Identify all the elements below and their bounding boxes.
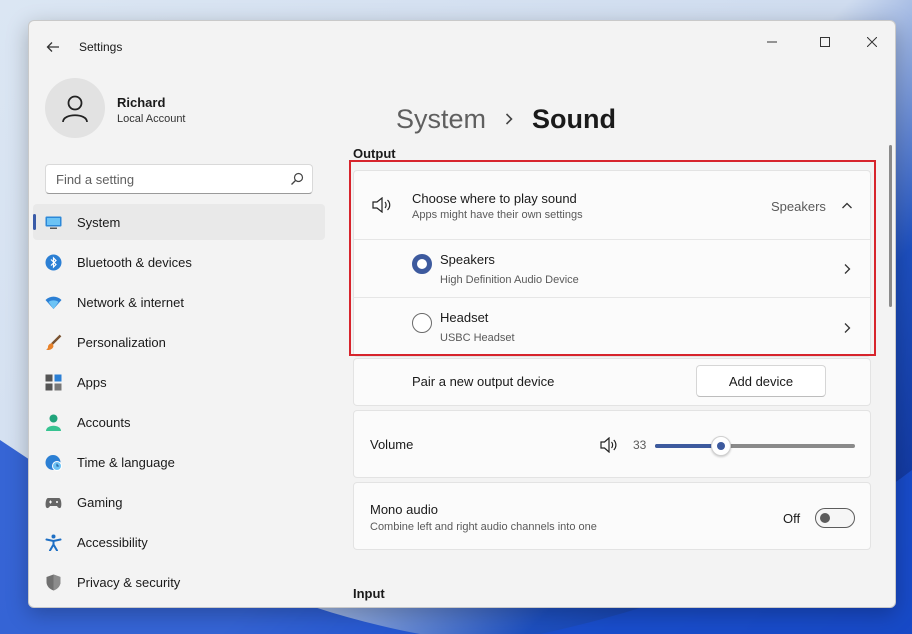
back-arrow-icon [46, 42, 59, 52]
sidebar-item-label: Gaming [77, 495, 123, 510]
sidebar-item-apps[interactable]: Apps [33, 364, 325, 400]
chevron-right-icon[interactable] [841, 263, 853, 275]
input-heading: Input [353, 586, 385, 601]
choose-output-subtitle: Apps might have their own settings [412, 209, 583, 221]
pair-output-device-row: Pair a new output device Add device [353, 358, 871, 406]
apps-icon [45, 374, 62, 391]
page-title: Sound [532, 103, 617, 134]
device-name: Speakers [440, 252, 495, 267]
settings-window: Settings Richard Local Account System [28, 20, 896, 608]
volume-card: Volume 33 [353, 410, 871, 478]
app-title: Settings [79, 40, 123, 54]
device-name: Headset [440, 310, 489, 325]
back-button[interactable] [41, 35, 65, 59]
account-type: Local Account [117, 113, 186, 125]
sidebar-item-label: Bluetooth & devices [77, 255, 192, 270]
minimize-icon [767, 41, 777, 43]
mono-audio-title: Mono audio [370, 502, 438, 517]
person-icon [46, 414, 61, 431]
device-row-speakers[interactable]: Speakers High Definition Audio Device [354, 240, 870, 297]
shield-icon [46, 574, 61, 591]
gamepad-icon [45, 498, 62, 509]
sidebar-item-network[interactable]: Network & internet [33, 284, 325, 320]
brush-icon [46, 334, 62, 351]
chevron-right-icon [505, 113, 513, 125]
speaker-icon [372, 197, 391, 213]
sidebar-item-system[interactable]: System [33, 204, 325, 240]
headset-radio[interactable] [412, 313, 432, 333]
device-description: High Definition Audio Device [440, 274, 579, 286]
volume-slider[interactable] [655, 436, 855, 456]
sidebar-item-accounts[interactable]: Accounts [33, 404, 325, 440]
globe-clock-icon [45, 455, 62, 471]
volume-label: Volume [370, 437, 414, 452]
output-device-card: Choose where to play sound Apps might ha… [353, 170, 871, 357]
search-icon[interactable] [290, 172, 304, 186]
sidebar-item-personalization[interactable]: Personalization [33, 324, 325, 360]
chevron-up-icon[interactable] [841, 200, 853, 212]
bluetooth-icon [45, 254, 62, 271]
sidebar-item-label: Time & language [77, 455, 175, 470]
user-icon [62, 95, 88, 123]
sidebar-item-label: Apps [77, 375, 107, 390]
choose-output-title: Choose where to play sound [412, 191, 577, 206]
volume-value: 33 [633, 438, 647, 452]
mono-audio-toggle[interactable] [815, 508, 855, 528]
speaker-icon[interactable] [600, 437, 618, 453]
maximize-button[interactable] [802, 27, 848, 57]
sidebar-item-label: Network & internet [77, 295, 184, 310]
wifi-icon [45, 296, 62, 309]
volume-slider-thumb[interactable] [711, 436, 731, 456]
minimize-button[interactable] [749, 27, 795, 57]
system-icon [45, 216, 62, 229]
add-device-button[interactable]: Add device [696, 365, 826, 397]
chevron-right-icon[interactable] [841, 322, 853, 334]
device-description: USBC Headset [440, 332, 515, 344]
sidebar-item-time-language[interactable]: Time & language [33, 444, 325, 480]
maximize-icon [820, 37, 830, 47]
sidebar-item-privacy-security[interactable]: Privacy & security [33, 564, 325, 600]
mono-audio-state: Off [783, 511, 801, 526]
sidebar-item-gaming[interactable]: Gaming [33, 484, 325, 520]
search-box[interactable] [45, 164, 313, 194]
device-row-headset[interactable]: Headset USBC Headset [354, 298, 870, 356]
search-input[interactable] [46, 165, 282, 193]
sidebar-item-accessibility[interactable]: Accessibility [33, 524, 325, 560]
mono-audio-card: Mono audio Combine left and right audio … [353, 482, 871, 550]
sidebar-nav: System Bluetooth & devices Network & int… [33, 204, 325, 604]
breadcrumb-parent[interactable]: System [396, 104, 486, 135]
speakers-radio[interactable] [412, 254, 432, 274]
selected-output-value: Speakers [771, 199, 826, 214]
sidebar-item-label: Accessibility [77, 535, 148, 550]
title-bar: Settings [29, 21, 895, 71]
sidebar-item-label: Privacy & security [77, 575, 181, 590]
avatar[interactable] [45, 78, 105, 138]
output-heading: Output [353, 146, 396, 161]
accessibility-icon [45, 534, 62, 551]
sidebar-item-label: Personalization [77, 335, 166, 350]
sidebar-item-label: Accounts [77, 415, 131, 430]
pair-device-label: Pair a new output device [412, 374, 555, 389]
sidebar-item-bluetooth[interactable]: Bluetooth & devices [33, 244, 325, 280]
breadcrumb: System Sound [396, 99, 616, 139]
mono-audio-description: Combine left and right audio channels in… [370, 521, 597, 533]
choose-output-row[interactable]: Choose where to play sound Apps might ha… [354, 171, 870, 239]
close-icon [867, 37, 877, 47]
scrollbar[interactable] [889, 145, 892, 307]
sidebar-item-label: System [77, 215, 121, 230]
close-button[interactable] [849, 27, 895, 57]
account-name: Richard [117, 95, 166, 110]
